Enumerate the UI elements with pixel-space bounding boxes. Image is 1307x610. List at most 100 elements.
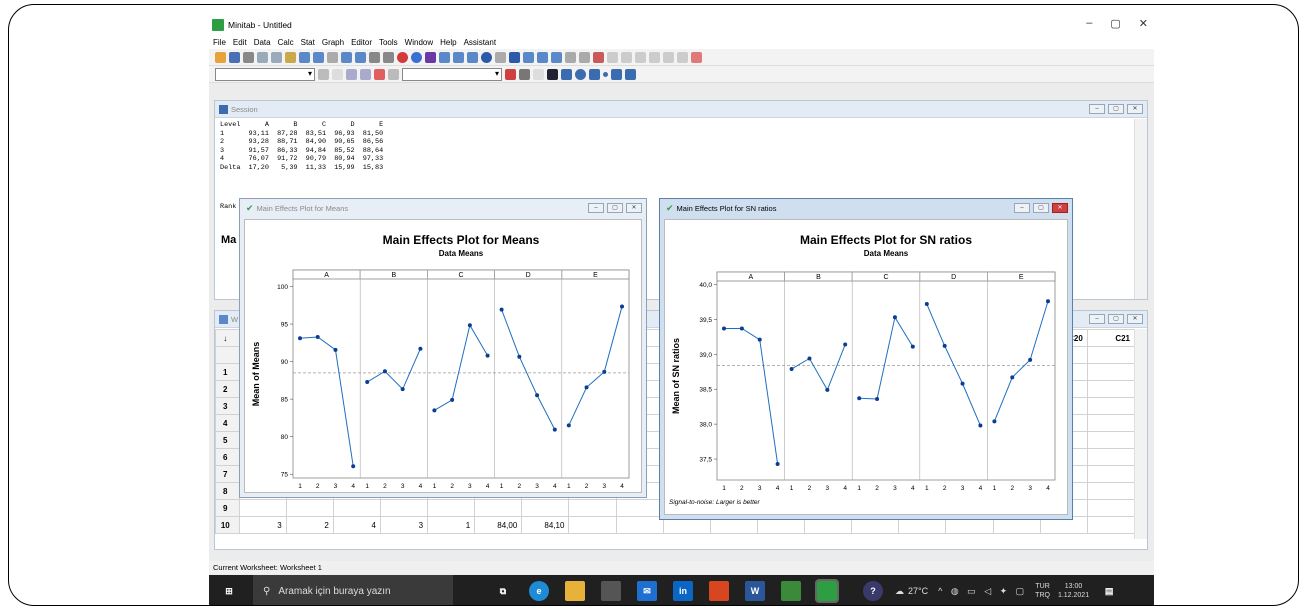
session-restore-button[interactable]: ▢ [1108,104,1124,114]
sn-plot-window[interactable]: ✔ Main Effects Plot for SN ratios – ▢ ✕ … [659,198,1073,520]
photos-icon[interactable] [781,581,801,601]
table-cell[interactable]: 84,10 [521,516,570,534]
menu-tools[interactable]: Tools [379,38,398,47]
eraser-icon[interactable] [691,51,702,63]
polygon-tool-icon[interactable] [625,68,636,80]
text-tool-icon[interactable] [547,68,558,80]
row-number[interactable]: 1 [215,363,240,381]
marker-tool-icon[interactable] [603,71,608,77]
delete-icon[interactable] [635,51,646,63]
help-taskbar-icon[interactable]: ? [863,581,883,601]
menu-assistant[interactable]: Assistant [464,38,496,47]
menu-editor[interactable]: Editor [351,38,372,47]
table-cell[interactable] [1086,431,1136,449]
table-cell[interactable]: 1 [427,516,476,534]
table-cell[interactable] [332,499,381,517]
zoom-icon[interactable] [519,68,530,80]
table-cell[interactable] [521,499,570,517]
project-manager-icon[interactable] [523,51,534,63]
save-icon[interactable] [229,51,240,63]
ellipse-tool-icon[interactable] [575,68,586,80]
menu-data[interactable]: Data [254,38,271,47]
insert-rows-icon[interactable] [341,51,352,63]
row-number[interactable]: 6 [215,448,240,466]
office-app-icon[interactable] [709,581,729,601]
worksheet-icon[interactable] [453,51,464,63]
means-restore-button[interactable]: ▢ [607,203,623,213]
layout-icon[interactable] [537,51,548,63]
means-close-button[interactable]: ✕ [626,203,642,213]
notifications-icon[interactable]: ▤ [1099,581,1119,601]
table-cell[interactable] [568,499,617,517]
menu-edit[interactable]: Edit [233,38,247,47]
close-button[interactable]: ✕ [1139,17,1148,30]
row-number[interactable]: 8 [215,482,240,500]
worksheet-restore-button[interactable]: ▢ [1108,314,1124,324]
close-graphs-icon[interactable] [593,51,604,63]
table-cell[interactable]: 3 [379,516,429,534]
assistant-icon[interactable] [425,51,436,63]
table-cell[interactable] [285,499,334,517]
minitab-taskbar-icon[interactable] [815,579,839,603]
worksheet-minimize-button[interactable]: – [1089,314,1105,324]
table-cell[interactable] [1086,516,1136,534]
paste-icon[interactable] [285,51,296,63]
table-cell[interactable] [1086,363,1136,381]
worksheet-close-button[interactable]: ✕ [1127,314,1143,324]
graph-selector-combo[interactable] [215,67,315,81]
undo-icon[interactable] [299,51,310,63]
system-tray-icons[interactable]: ^ ◍ ▭ ◁ ✦ ▢ [938,586,1027,597]
mail-icon[interactable]: ✉ [637,581,657,601]
insert-icon[interactable] [621,51,632,63]
open-icon[interactable] [215,51,226,63]
word-icon[interactable]: W [745,581,765,601]
menu-file[interactable]: File [213,38,226,47]
cut-icon[interactable] [257,51,268,63]
table-cell[interactable] [1086,448,1136,466]
brush-icon[interactable] [551,51,562,63]
table-cell[interactable] [1086,380,1136,398]
clock-date[interactable]: 1.12.2021 [1058,591,1089,600]
clock-time[interactable]: 13:00 [1058,582,1089,591]
crosshair-icon[interactable] [360,68,371,80]
print-icon[interactable] [243,51,254,63]
session-close-button[interactable]: ✕ [1127,104,1143,114]
file-explorer-icon[interactable] [565,581,585,601]
pointer-icon[interactable] [533,68,544,80]
table-cell[interactable] [615,516,664,534]
lang-bottom[interactable]: TRQ [1035,591,1050,600]
delete-x-icon[interactable] [505,68,516,80]
graph-icon[interactable] [579,51,590,63]
calculator-icon[interactable] [601,581,621,601]
linkedin-icon[interactable]: in [673,581,693,601]
copy-icon[interactable] [271,51,282,63]
column-header[interactable]: C21 [1086,329,1136,347]
menu-graph[interactable]: Graph [322,38,344,47]
edge-browser-icon[interactable]: e [529,581,549,601]
menu-help[interactable]: Help [440,38,456,47]
table-cell[interactable]: 84,00 [474,516,523,534]
report-pad-icon[interactable] [509,51,520,63]
row-number[interactable]: 5 [215,431,240,449]
table-cell[interactable] [1086,414,1136,432]
stat-icon[interactable] [663,51,674,63]
worksheet-scrollbar[interactable] [1134,329,1147,539]
polyline-tool-icon[interactable] [611,68,622,80]
minimize-button[interactable]: – [1086,17,1092,30]
redo-icon[interactable] [313,51,324,63]
column-name-cell[interactable] [1086,346,1136,364]
table-cell[interactable] [238,499,287,517]
table-cell[interactable] [427,499,476,517]
menu-calc[interactable]: Calc [278,38,294,47]
brush-tool-icon[interactable] [318,68,329,80]
insert-cols-icon[interactable] [355,51,366,63]
session-icon[interactable] [439,51,450,63]
find-icon[interactable] [369,51,380,63]
help-icon[interactable] [411,51,422,63]
cancel-icon[interactable] [397,51,408,63]
table-cell[interactable] [1086,499,1136,517]
means-plot-window[interactable]: ✔ Main Effects Plot for Means – ▢ ✕ Main… [239,198,647,498]
table-cell[interactable]: 3 [238,516,287,534]
row-number[interactable]: 2 [215,380,240,398]
lang-top[interactable]: TUR [1035,582,1050,591]
